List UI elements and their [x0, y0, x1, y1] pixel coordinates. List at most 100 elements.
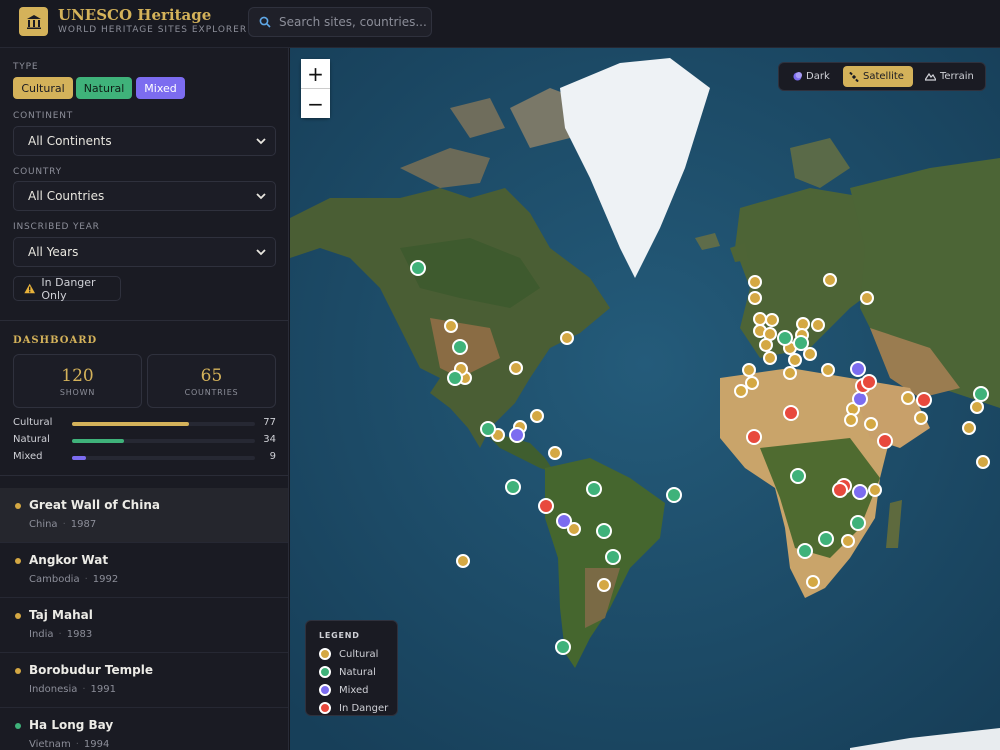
chevron-down-icon	[256, 249, 266, 256]
site-marker-cultural	[844, 413, 858, 427]
world-map[interactable]: + − Dark Satellite Terrain LEGEND Cultur…	[290, 48, 1000, 750]
legend-item-mixed: Mixed	[319, 684, 369, 696]
zoom-out-button[interactable]: −	[301, 89, 330, 118]
legend-label: Mixed	[339, 684, 369, 696]
site-marker-natural	[410, 260, 426, 276]
legend-swatch	[319, 684, 331, 696]
year-value: All Years	[28, 245, 79, 259]
app-subtitle: WORLD HERITAGE SITES EXPLORER	[58, 25, 248, 35]
site-marker-mixed	[509, 427, 525, 443]
site-marker-cultural	[788, 353, 802, 367]
site-marker-cultural	[748, 291, 762, 305]
site-country: Cambodia	[29, 574, 80, 585]
zoom-in-button[interactable]: +	[301, 59, 330, 88]
style-satellite-button[interactable]: Satellite	[843, 66, 913, 87]
site-marker-natural	[666, 487, 682, 503]
continent-select[interactable]: All Continents	[13, 126, 276, 156]
site-name: Great Wall of China	[29, 498, 160, 512]
site-marker-cultural	[864, 417, 878, 431]
site-marker-cultural	[509, 361, 523, 375]
countries-count: 65	[200, 366, 223, 386]
site-marker-cultural	[765, 313, 779, 327]
list-item[interactable]: Angkor Wat Cambodia · 1992	[0, 543, 288, 598]
bar-track	[72, 422, 255, 426]
style-dark-button[interactable]: Dark	[787, 66, 837, 87]
bar-track	[72, 456, 255, 460]
list-item[interactable]: Great Wall of China China · 1987	[0, 488, 288, 543]
site-marker-natural	[505, 479, 521, 495]
stat-card-countries: 65 COUNTRIES	[147, 354, 276, 408]
site-marker-cultural	[868, 483, 882, 497]
country-value: All Countries	[28, 189, 105, 203]
satellite-icon	[849, 71, 859, 82]
bar-label-cultural: Cultural	[13, 417, 53, 428]
style-dark-label: Dark	[806, 71, 830, 82]
country-select[interactable]: All Countries	[13, 181, 276, 211]
year-label: INSCRIBED YEAR	[13, 222, 100, 232]
site-country: Indonesia	[29, 684, 78, 695]
type-dot	[15, 668, 21, 674]
site-marker-cultural	[753, 312, 767, 326]
style-terrain-button[interactable]: Terrain	[919, 66, 983, 87]
site-country: Vietnam	[29, 739, 71, 750]
site-year: 1983	[66, 629, 93, 640]
type-chip-mixed[interactable]: Mixed	[136, 77, 185, 99]
site-marker-cultural	[914, 411, 928, 425]
site-marker-danger	[538, 498, 554, 514]
logo	[19, 7, 48, 36]
type-chip-cultural[interactable]: Cultural	[13, 77, 73, 99]
site-marker-mixed	[852, 391, 868, 407]
app-title: UNESCO Heritage	[58, 6, 212, 24]
site-year: 1987	[70, 519, 97, 530]
site-marker-danger	[916, 392, 932, 408]
list-item[interactable]: Ha Long Bay Vietnam · 1994	[0, 708, 288, 750]
bar-label-natural: Natural	[13, 434, 50, 445]
in-danger-toggle[interactable]: In Danger Only	[13, 276, 121, 302]
site-marker-cultural	[548, 446, 562, 460]
site-marker-cultural	[530, 409, 544, 423]
bar-value-mixed: 9	[269, 451, 276, 462]
zoom-controls: + −	[301, 59, 330, 118]
site-marker-cultural	[976, 455, 990, 469]
site-marker-natural	[790, 468, 806, 484]
site-meta: Vietnam · 1994	[29, 739, 110, 750]
site-marker-natural	[480, 421, 496, 437]
site-marker-cultural	[970, 400, 984, 414]
shown-label: SHOWN	[59, 388, 96, 397]
sidebar: TYPE Cultural Natural Mixed CONTINENT Al…	[0, 48, 289, 750]
bar-row-natural: Natural 34	[13, 434, 276, 448]
site-marker-natural	[973, 386, 989, 402]
bar-value-cultural: 77	[263, 417, 276, 428]
legend-swatch	[319, 666, 331, 678]
legend-swatch	[319, 702, 331, 714]
year-select[interactable]: All Years	[13, 237, 276, 267]
site-marker-cultural	[597, 578, 611, 592]
search-icon	[259, 16, 271, 28]
site-marker-cultural	[456, 554, 470, 568]
site-marker-natural	[555, 639, 571, 655]
search-input[interactable]	[279, 15, 429, 29]
site-marker-cultural	[560, 331, 574, 345]
site-marker-mixed	[850, 361, 866, 377]
stat-card-shown: 120 SHOWN	[13, 354, 142, 408]
type-chip-natural[interactable]: Natural	[76, 77, 132, 99]
site-meta: Cambodia · 1992	[29, 574, 119, 585]
legend-item-cultural: Cultural	[319, 648, 378, 660]
moon-icon	[793, 72, 802, 81]
site-marker-cultural	[759, 338, 773, 352]
list-item[interactable]: Borobudur Temple Indonesia · 1991	[0, 653, 288, 708]
list-item[interactable]: Taj Mahal India · 1983	[0, 598, 288, 653]
site-marker-mixed	[852, 484, 868, 500]
site-marker-cultural	[444, 319, 458, 333]
style-terrain-label: Terrain	[940, 71, 974, 82]
site-marker-danger	[877, 433, 893, 449]
continent-value: All Continents	[28, 134, 112, 148]
legend-title: LEGEND	[319, 631, 360, 640]
site-marker-danger	[783, 405, 799, 421]
site-year: 1994	[83, 739, 110, 750]
legend-label: Natural	[339, 666, 376, 678]
search-box[interactable]	[248, 7, 432, 37]
site-marker-cultural	[803, 347, 817, 361]
site-name: Borobudur Temple	[29, 663, 153, 677]
shown-count: 120	[61, 366, 94, 386]
